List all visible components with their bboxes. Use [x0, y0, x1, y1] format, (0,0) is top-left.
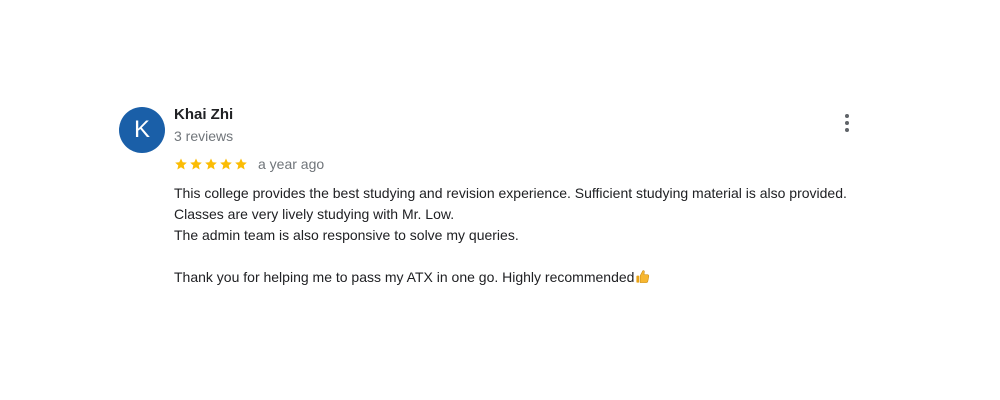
star-rating	[174, 157, 249, 171]
review-text-line: This college provides the best studying …	[174, 185, 847, 201]
review-text-last: Thank you for helping me to pass my ATX …	[174, 269, 635, 285]
avatar[interactable]: K	[119, 107, 165, 153]
author-name[interactable]: Khai Zhi	[174, 105, 233, 125]
star-icon	[175, 158, 187, 170]
review-text-line	[174, 246, 854, 267]
star-icon	[220, 158, 232, 170]
star-icon	[205, 158, 217, 170]
star-icon	[235, 158, 247, 170]
review-text-line: Classes are very lively studying with Mr…	[174, 206, 455, 222]
review-text-line-last: Thank you for helping me to pass my ATX …	[174, 267, 854, 288]
review-count: 3 reviews	[174, 128, 234, 144]
rating-row: a year ago	[174, 154, 324, 174]
review-text-line: The admin team is also responsive to sol…	[174, 227, 519, 243]
more-options-icon[interactable]	[837, 111, 857, 135]
star-icon	[190, 158, 202, 170]
review-text: This college provides the best studying …	[174, 183, 854, 288]
thumbs-up-icon	[636, 270, 650, 283]
review-date: a year ago	[258, 156, 325, 172]
